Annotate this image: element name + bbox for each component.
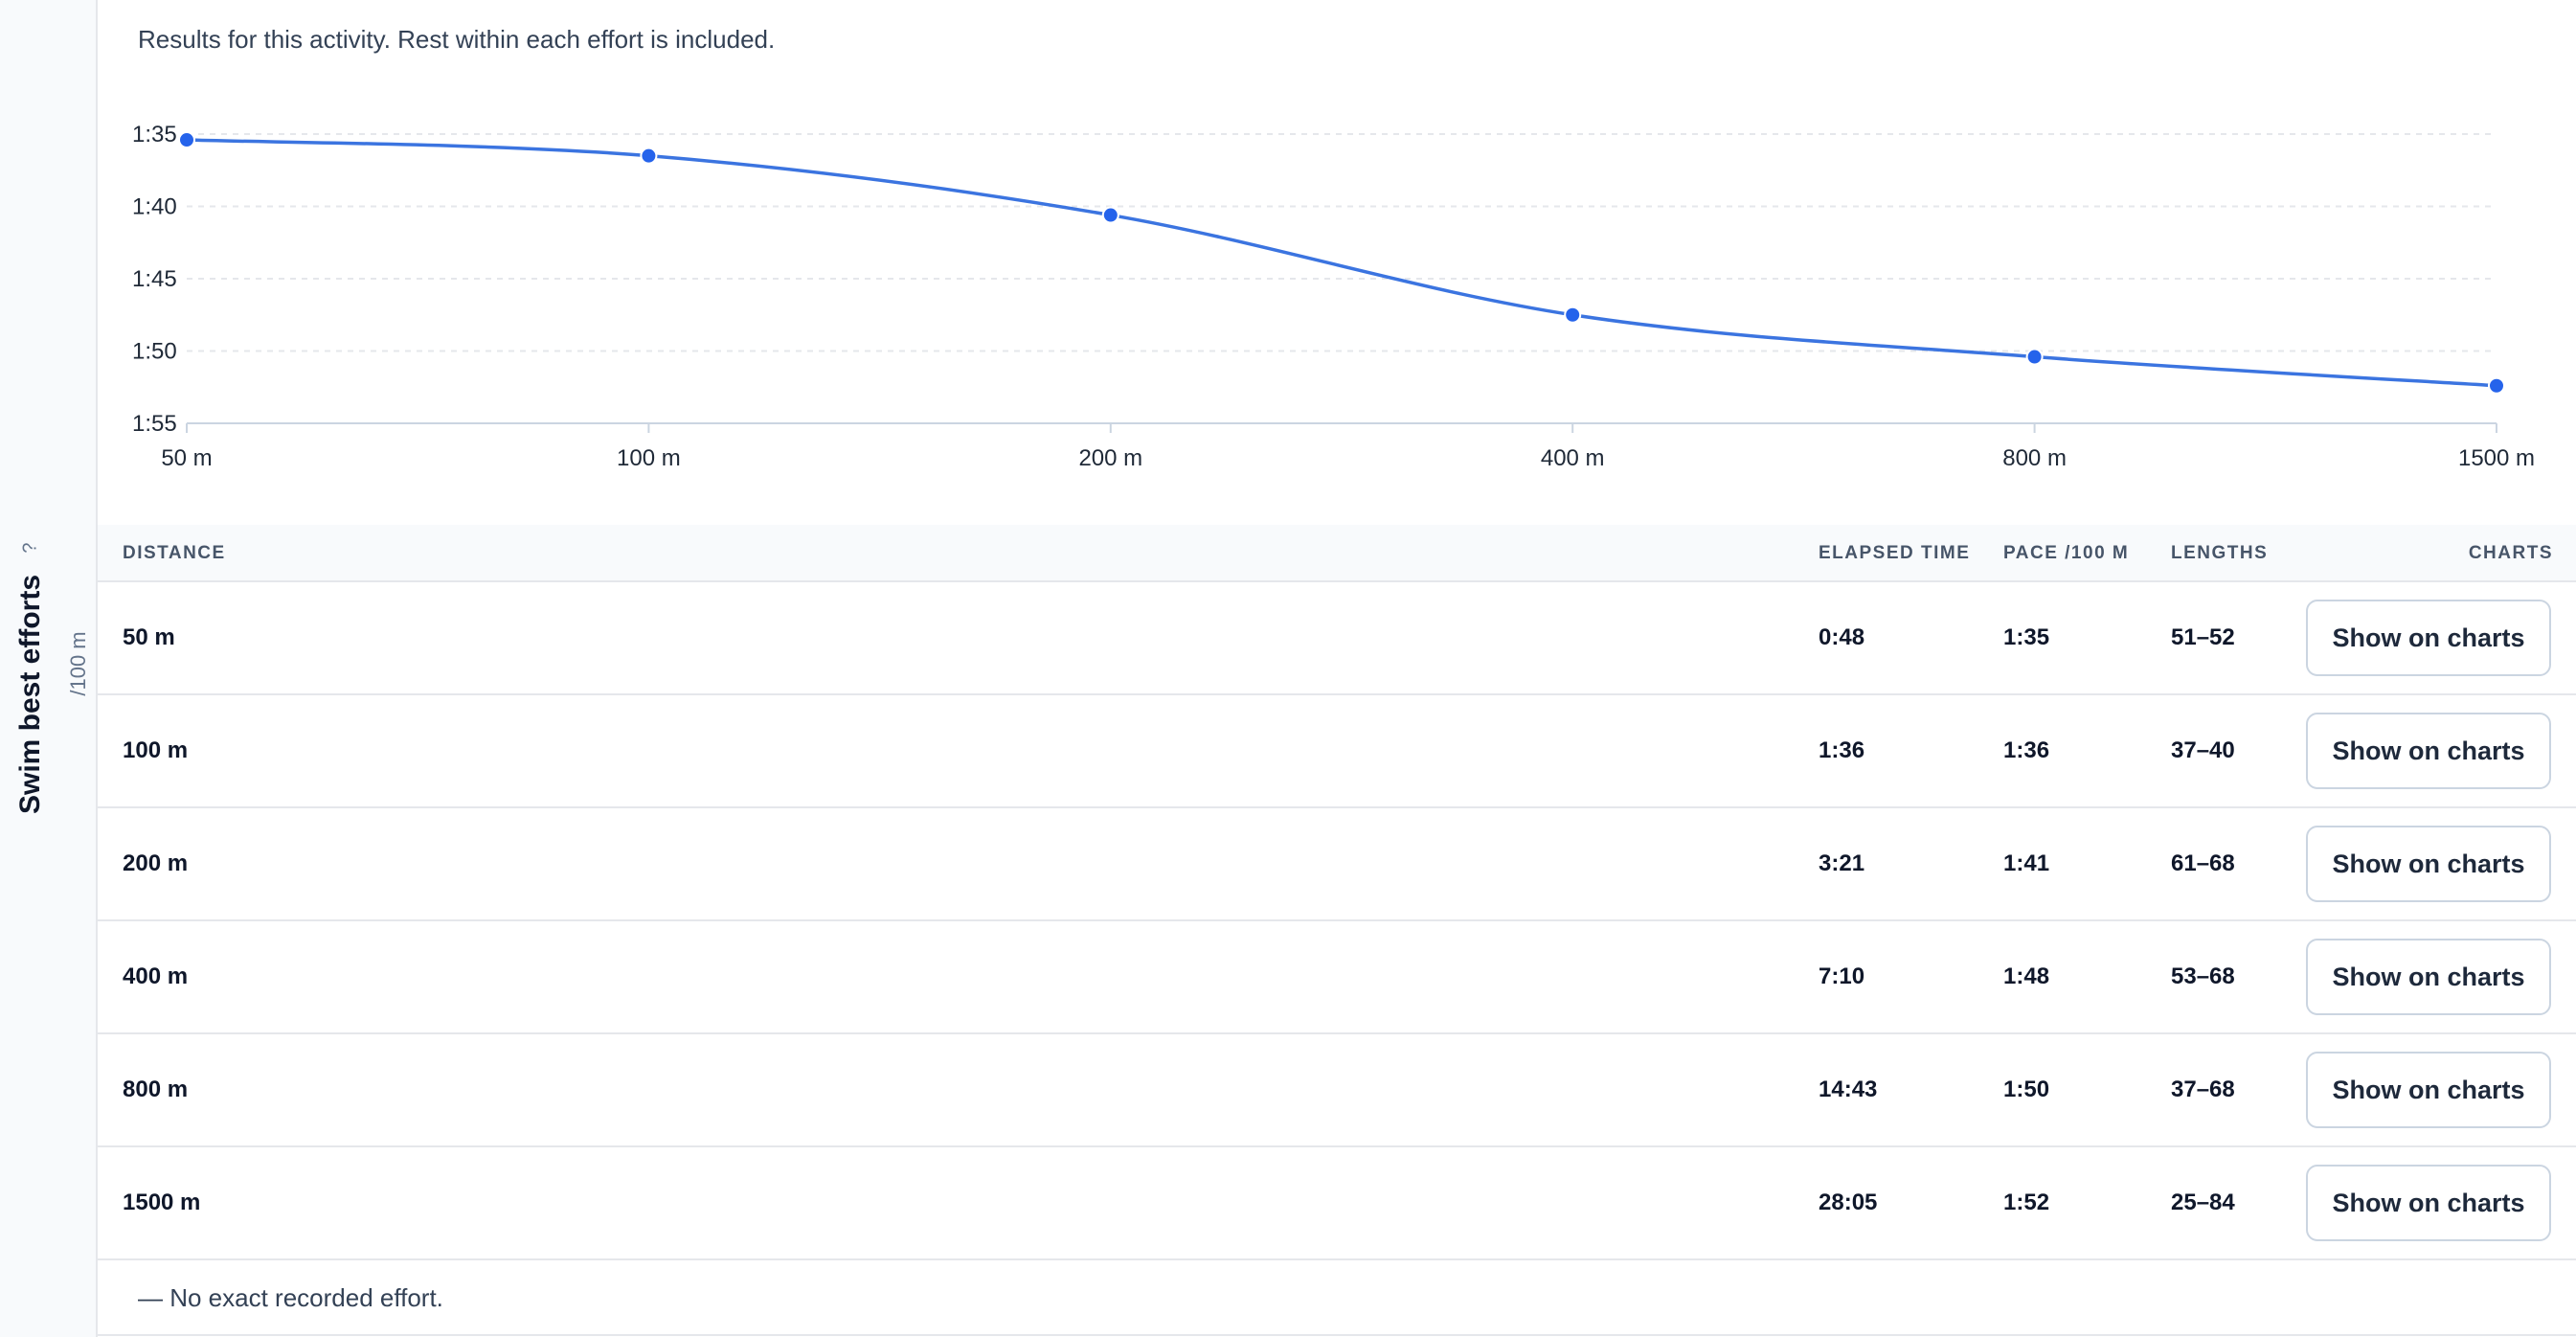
x-tick-label: 200 m [1078, 445, 1142, 471]
table-row: 400 m 7:10 1:48 53–68 Show on charts [98, 921, 2576, 1034]
cell-elapsed-time: 14:43 [1819, 1076, 1878, 1102]
cell-distance: 400 m [123, 963, 189, 989]
cell-distance: 50 m [123, 624, 175, 650]
col-header-elapsed-time: ELAPSED TIME [1819, 543, 1971, 563]
table-row: 50 m 0:48 1:35 51–52 Show on charts [98, 582, 2576, 695]
data-point [2488, 376, 2505, 395]
cell-elapsed-time: 28:05 [1819, 1190, 1878, 1215]
cell-distance: 100 m [123, 737, 189, 763]
cell-pace: 1:36 [2003, 737, 2050, 763]
show-on-charts-button[interactable]: Show on charts [2306, 1165, 2551, 1241]
pace-series-line [186, 138, 2497, 388]
table-row: 800 m 14:43 1:50 37–68 Show on charts [98, 1034, 2576, 1147]
x-tick-label: 50 m [161, 445, 212, 471]
col-header-pace: PACE /100 M [2003, 543, 2130, 563]
cell-pace: 1:41 [2003, 850, 2050, 876]
y-tick-label: 1:40 [132, 194, 177, 220]
col-header-distance: DISTANCE [123, 543, 226, 563]
cell-distance: 1500 m [123, 1190, 201, 1215]
results-note: Results for this activity. Rest within e… [138, 25, 776, 54]
cell-pace: 1:50 [2003, 1076, 2050, 1102]
data-point [178, 131, 195, 149]
cell-lengths: 53–68 [2171, 963, 2235, 989]
footnote: — No exact recorded effort. [138, 1283, 443, 1312]
cell-distance: 800 m [123, 1076, 189, 1102]
help-icon[interactable]: ? [20, 542, 42, 553]
table-header: DISTANCE ELAPSED TIME PACE /100 M LENGTH… [98, 525, 2576, 582]
cell-pace: 1:48 [2003, 963, 2050, 989]
show-on-charts-button[interactable]: Show on charts [2306, 1052, 2551, 1128]
y-tick-label: 1:45 [132, 266, 177, 292]
cell-elapsed-time: 1:36 [1819, 737, 1865, 763]
y-tick-label: 1:35 [132, 122, 177, 147]
x-tick-label: 1500 m [2458, 445, 2535, 471]
x-tick-label: 400 m [1541, 445, 1605, 471]
cell-elapsed-time: 0:48 [1819, 624, 1865, 650]
x-tick-label: 800 m [2002, 445, 2067, 471]
show-on-charts-button[interactable]: Show on charts [2306, 713, 2551, 789]
sidebar-rail: Swim best efforts ? /100 m [0, 0, 98, 1337]
show-on-charts-button[interactable]: Show on charts [2306, 600, 2551, 676]
y-tick-label: 1:50 [132, 339, 177, 365]
show-on-charts-button[interactable]: Show on charts [2306, 826, 2551, 902]
cell-pace: 1:35 [2003, 624, 2050, 650]
pace-chart: 1:35 1:40 1:45 1:50 1:55 50 m 100 m 200 m 400 m 8… [132, 122, 2535, 471]
data-point [1564, 306, 1582, 324]
x-tick-label: 100 m [617, 445, 681, 471]
col-header-charts: CHARTS [2468, 543, 2553, 563]
bottom-divider [98, 1334, 2576, 1336]
cell-elapsed-time: 7:10 [1819, 963, 1865, 989]
y-axis-unit-label: /100 m [66, 631, 90, 696]
cell-lengths: 51–52 [2171, 624, 2235, 650]
show-on-charts-button[interactable]: Show on charts [2306, 939, 2551, 1015]
table-row: 100 m 1:36 1:36 37–40 Show on charts [98, 695, 2576, 808]
cell-lengths: 61–68 [2171, 850, 2235, 876]
cell-pace: 1:52 [2003, 1190, 2050, 1215]
cell-distance: 200 m [123, 850, 189, 876]
table-row: 200 m 3:21 1:41 61–68 Show on charts [98, 808, 2576, 921]
cell-lengths: 37–40 [2171, 737, 2235, 763]
table-row: 1500 m 28:05 1:52 25–84 Show on charts [98, 1147, 2576, 1260]
data-point [640, 147, 658, 165]
cell-lengths: 37–68 [2171, 1076, 2235, 1102]
cell-lengths: 25–84 [2171, 1190, 2235, 1215]
data-point [2025, 348, 2044, 366]
col-header-lengths: LENGTHS [2171, 543, 2269, 563]
y-tick-label: 1:55 [132, 411, 177, 437]
cell-elapsed-time: 3:21 [1819, 850, 1865, 876]
section-title: Swim best efforts [14, 574, 46, 815]
data-point [1101, 206, 1119, 224]
